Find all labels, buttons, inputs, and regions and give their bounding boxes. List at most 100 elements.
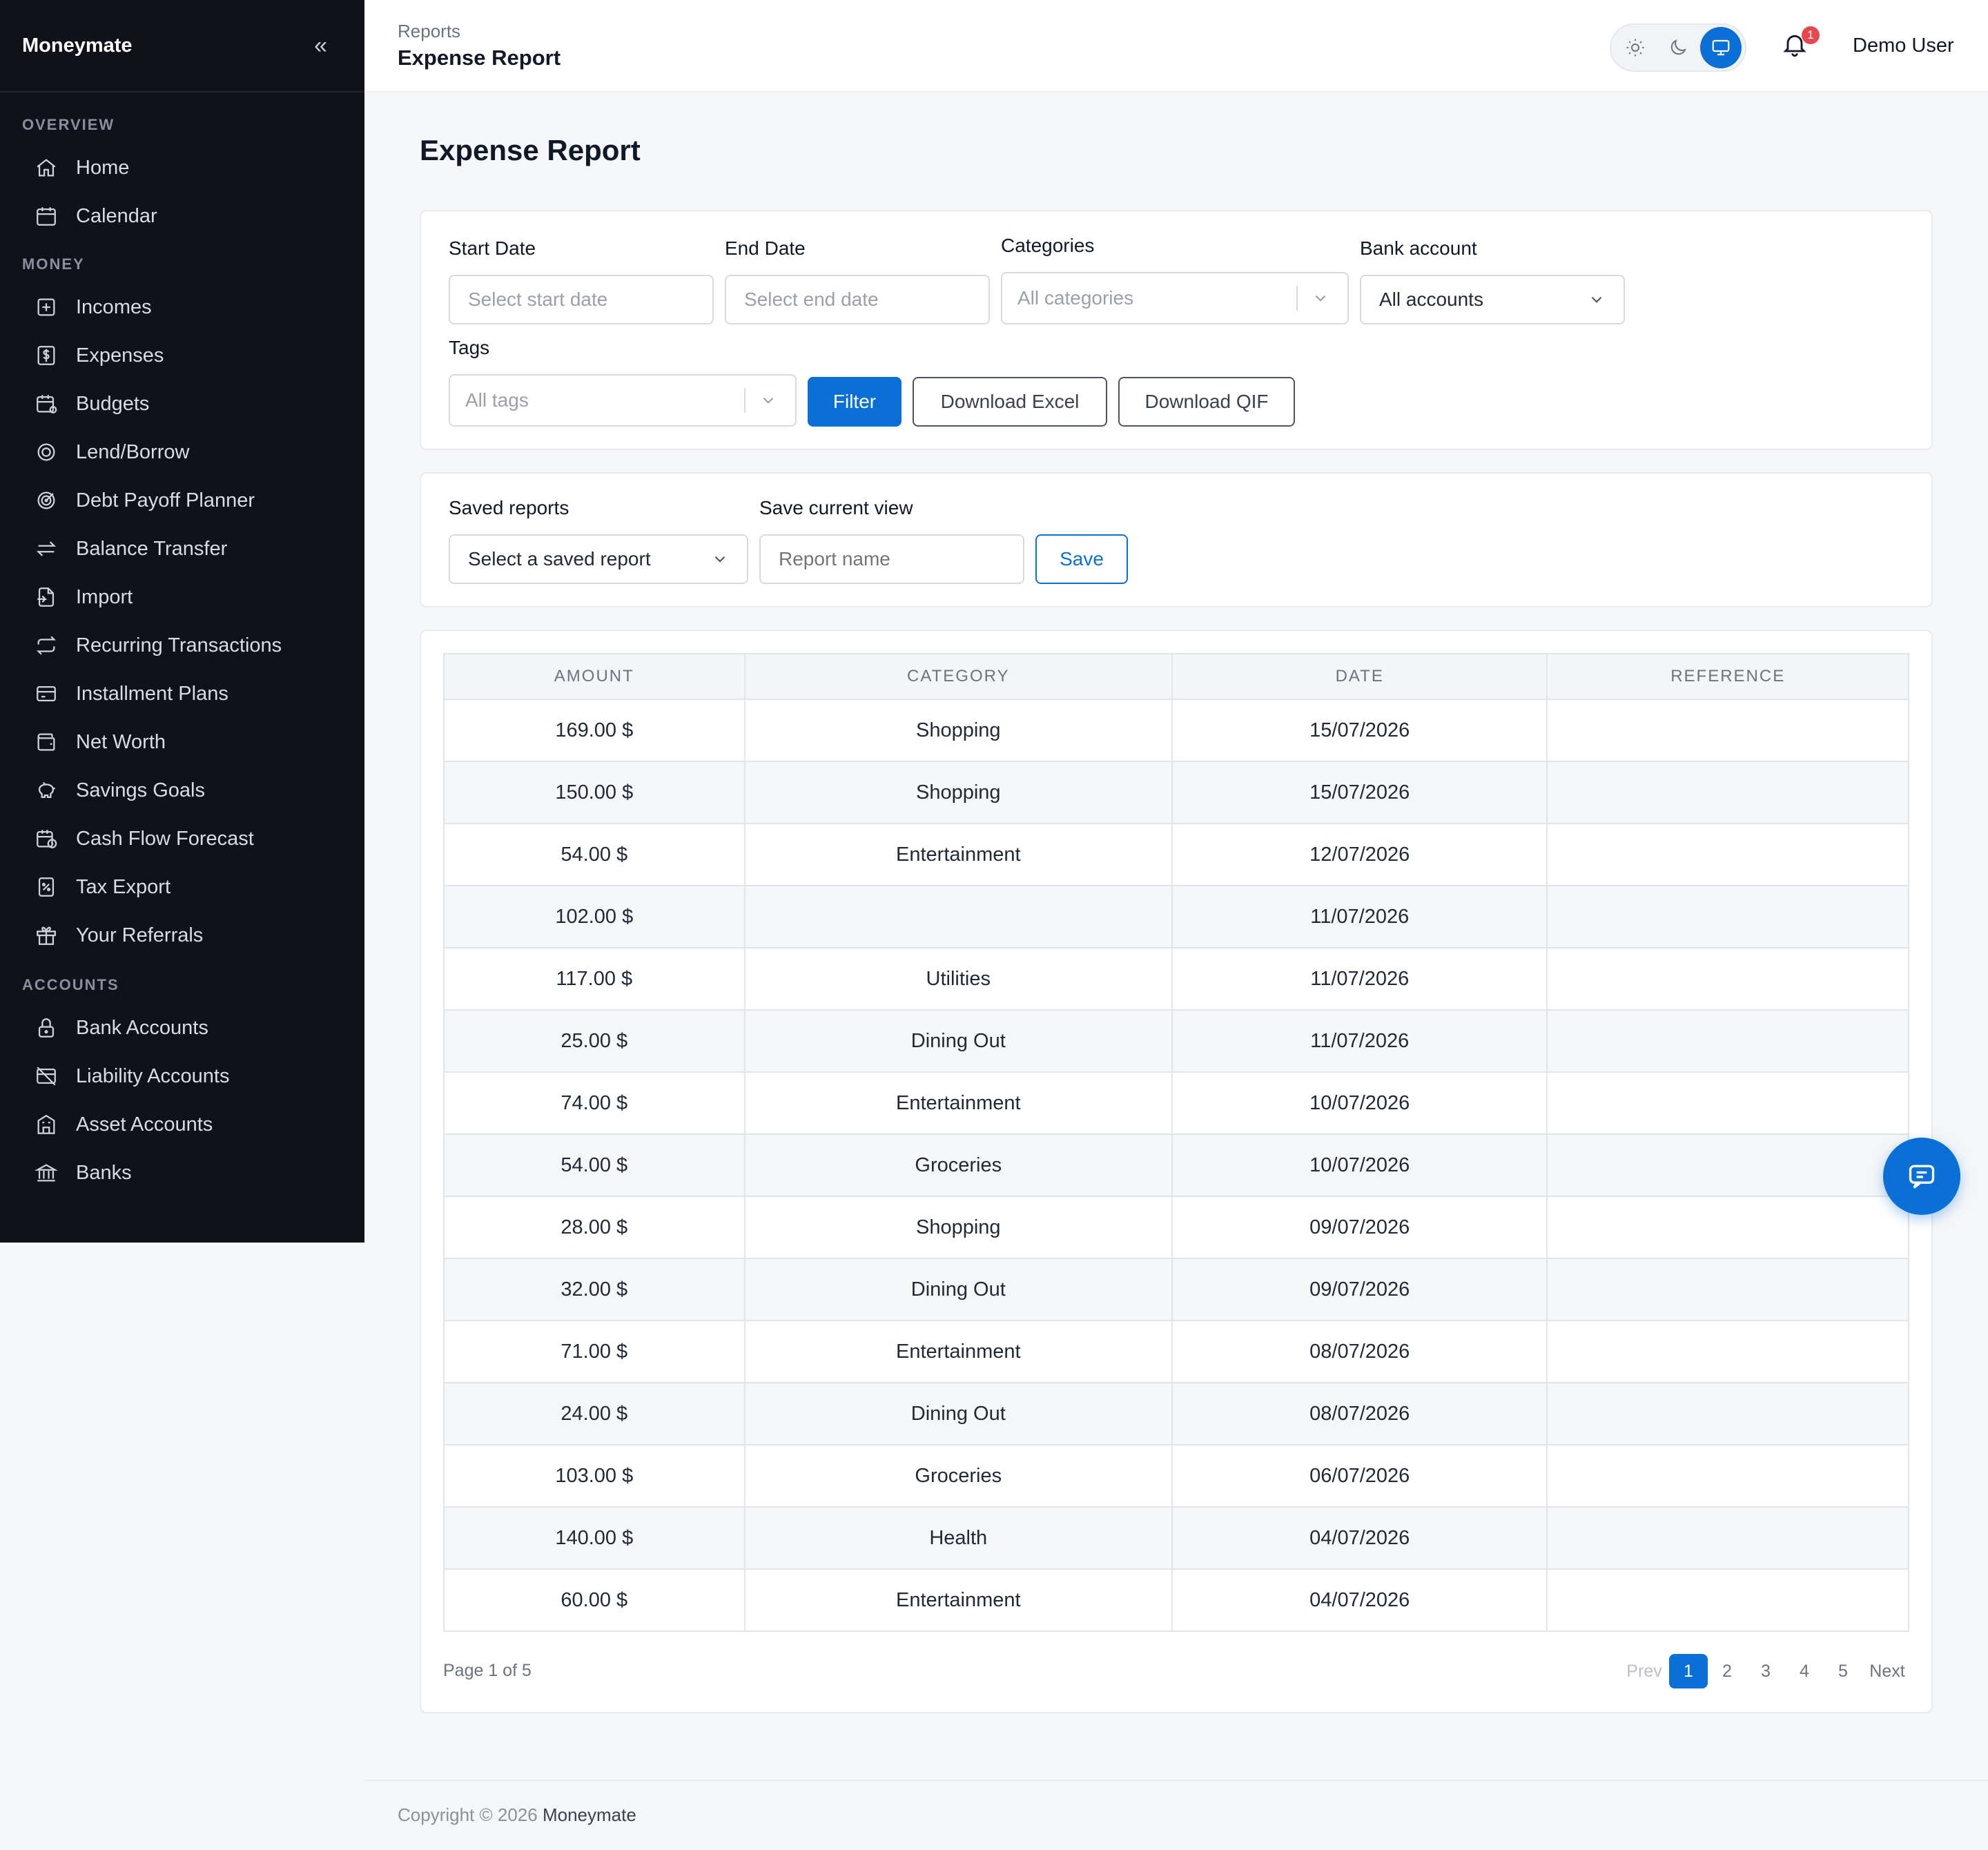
sidebar-item-your-referrals[interactable]: Your Referrals [0, 911, 364, 960]
table-row[interactable]: 103.00 $ Groceries 06/07/2026 [443, 1444, 1909, 1508]
tags-select[interactable]: All tags [449, 374, 797, 427]
system-theme-button[interactable] [1700, 27, 1742, 68]
page-button-5[interactable]: 5 [1824, 1654, 1862, 1688]
start-date-label: Start Date [449, 237, 536, 259]
sidebar-item-liability-accounts[interactable]: Liability Accounts [0, 1052, 364, 1100]
sidebar-item-home[interactable]: Home [0, 144, 364, 192]
reference-cell [1546, 947, 1909, 1011]
transfer-arrows-icon [35, 537, 58, 561]
bank-icon [35, 1161, 58, 1185]
table-row[interactable]: 102.00 $ 11/07/2026 [443, 885, 1909, 948]
table-row[interactable]: 28.00 $ Shopping 09/07/2026 [443, 1196, 1909, 1259]
sidebar-item-calendar[interactable]: Calendar [0, 192, 364, 240]
chevron-down-icon [759, 391, 777, 409]
column-header-category[interactable]: CATEGORY [743, 653, 1173, 700]
nav-section-money: MONEY [22, 255, 85, 273]
bank-account-select[interactable]: All accounts [1360, 275, 1625, 324]
sidebar-item-import[interactable]: Import [0, 573, 364, 621]
notifications-button[interactable]: 1 [1781, 26, 1820, 62]
sidebar-item-budgets[interactable]: Budgets [0, 380, 364, 428]
chevron-down-icon [1588, 291, 1606, 309]
reference-cell [1546, 1258, 1909, 1321]
sidebar-item-incomes[interactable]: Incomes [0, 283, 364, 331]
dark-theme-button[interactable] [1657, 27, 1699, 68]
light-theme-button[interactable] [1615, 27, 1656, 68]
table-row[interactable]: 71.00 $ Entertainment 08/07/2026 [443, 1320, 1909, 1383]
saved-reports-select[interactable]: Select a saved report [449, 534, 748, 584]
table-row[interactable]: 169.00 $ Shopping 15/07/2026 [443, 699, 1909, 762]
chevron-down-icon [711, 550, 729, 568]
prev-page-button[interactable]: Prev [1625, 1654, 1664, 1688]
page-title: Expense Report [420, 134, 641, 166]
table-row[interactable]: 25.00 $ Dining Out 11/07/2026 [443, 1009, 1909, 1073]
page-button-1[interactable]: 1 [1669, 1654, 1708, 1688]
theme-toggle [1610, 23, 1746, 72]
sidebar-item-tax-export[interactable]: Tax Export [0, 863, 364, 911]
page-button-3[interactable]: 3 [1746, 1654, 1785, 1688]
reference-cell [1546, 1196, 1909, 1259]
amount-cell: 169.00 $ [443, 699, 746, 762]
sidebar-item-balance-transfer[interactable]: Balance Transfer [0, 525, 364, 573]
sidebar-item-asset-accounts[interactable]: Asset Accounts [0, 1100, 364, 1149]
expenses-icon [35, 344, 58, 367]
pagination: Prev 1 2 3 4 5 Next [1625, 1654, 1907, 1688]
sidebar-item-savings-goals[interactable]: Savings Goals [0, 766, 364, 815]
sidebar-item-label: Calendar [76, 204, 157, 227]
reference-cell [1546, 1320, 1909, 1383]
download-qif-button[interactable]: Download QIF [1118, 377, 1295, 427]
sidebar-item-expenses[interactable]: Expenses [0, 331, 364, 380]
column-header-reference[interactable]: REFERENCE [1546, 653, 1909, 700]
user-menu[interactable]: Demo User [1853, 35, 1954, 57]
table-row[interactable]: 54.00 $ Groceries 10/07/2026 [443, 1133, 1909, 1197]
column-header-date[interactable]: DATE [1171, 653, 1548, 700]
column-header-amount[interactable]: AMOUNT [443, 653, 746, 700]
amount-cell: 71.00 $ [443, 1320, 746, 1383]
monitor-icon [1712, 39, 1730, 56]
amount-cell: 28.00 $ [443, 1196, 746, 1259]
date-cell: 15/07/2026 [1171, 699, 1548, 762]
sidebar-item-debt-payoff-planner[interactable]: Debt Payoff Planner [0, 476, 364, 525]
report-name-input[interactable] [759, 534, 1024, 584]
table-row[interactable]: 140.00 $ Health 04/07/2026 [443, 1506, 1909, 1570]
breadcrumb-parent[interactable]: Reports [398, 21, 460, 42]
breadcrumb-current: Expense Report [398, 46, 561, 70]
sidebar-item-banks[interactable]: Banks [0, 1149, 364, 1197]
sidebar-item-cash-flow-forecast[interactable]: Cash Flow Forecast [0, 815, 364, 863]
download-excel-button[interactable]: Download Excel [913, 377, 1107, 427]
sidebar-item-net-worth[interactable]: Net Worth [0, 718, 364, 766]
filter-button[interactable]: Filter [808, 377, 902, 427]
categories-select[interactable]: All categories [1001, 272, 1349, 324]
table-row[interactable]: 24.00 $ Dining Out 08/07/2026 [443, 1382, 1909, 1445]
footer-brand-link[interactable]: Moneymate [543, 1804, 636, 1825]
next-page-button[interactable]: Next [1868, 1654, 1907, 1688]
table-row[interactable]: 32.00 $ Dining Out 09/07/2026 [443, 1258, 1909, 1321]
credit-card-off-icon [35, 1064, 58, 1088]
date-cell: 15/07/2026 [1171, 761, 1548, 824]
end-date-input[interactable]: Select end date [725, 275, 990, 324]
save-report-button[interactable]: Save [1035, 534, 1128, 584]
table-row[interactable]: 150.00 $ Shopping 15/07/2026 [443, 761, 1909, 824]
table-row[interactable]: 60.00 $ Entertainment 04/07/2026 [443, 1568, 1909, 1632]
bank-account-value: All accounts [1379, 289, 1483, 310]
collapse-sidebar-icon[interactable]: « [314, 32, 327, 59]
chat-button[interactable] [1883, 1138, 1960, 1215]
start-date-input[interactable]: Select start date [449, 275, 714, 324]
categories-value: All categories [1017, 287, 1134, 309]
sidebar-item-bank-accounts[interactable]: Bank Accounts [0, 1004, 364, 1052]
sidebar-item-installment-plans[interactable]: Installment Plans [0, 670, 364, 718]
end-date-label: End Date [725, 237, 806, 259]
table-body: 169.00 $ Shopping 15/07/2026 150.00 $ Shoppi… [443, 699, 1909, 1632]
table-row[interactable]: 54.00 $ Entertainment 12/07/2026 [443, 823, 1909, 886]
sidebar-item-lend-borrow[interactable]: Lend/Borrow [0, 428, 364, 476]
page-button-2[interactable]: 2 [1708, 1654, 1746, 1688]
nav-section-overview: OVERVIEW [22, 116, 115, 133]
sidebar-item-recurring-transactions[interactable]: Recurring Transactions [0, 621, 364, 670]
page-button-4[interactable]: 4 [1785, 1654, 1824, 1688]
building-icon [35, 1113, 58, 1136]
reference-cell [1546, 1133, 1909, 1197]
table-row[interactable]: 74.00 $ Entertainment 10/07/2026 [443, 1071, 1909, 1135]
app-logo-text: Moneymate [22, 34, 133, 57]
lend-borrow-icon [35, 440, 58, 464]
date-cell: 10/07/2026 [1171, 1071, 1548, 1135]
table-row[interactable]: 117.00 $ Utilities 11/07/2026 [443, 947, 1909, 1011]
